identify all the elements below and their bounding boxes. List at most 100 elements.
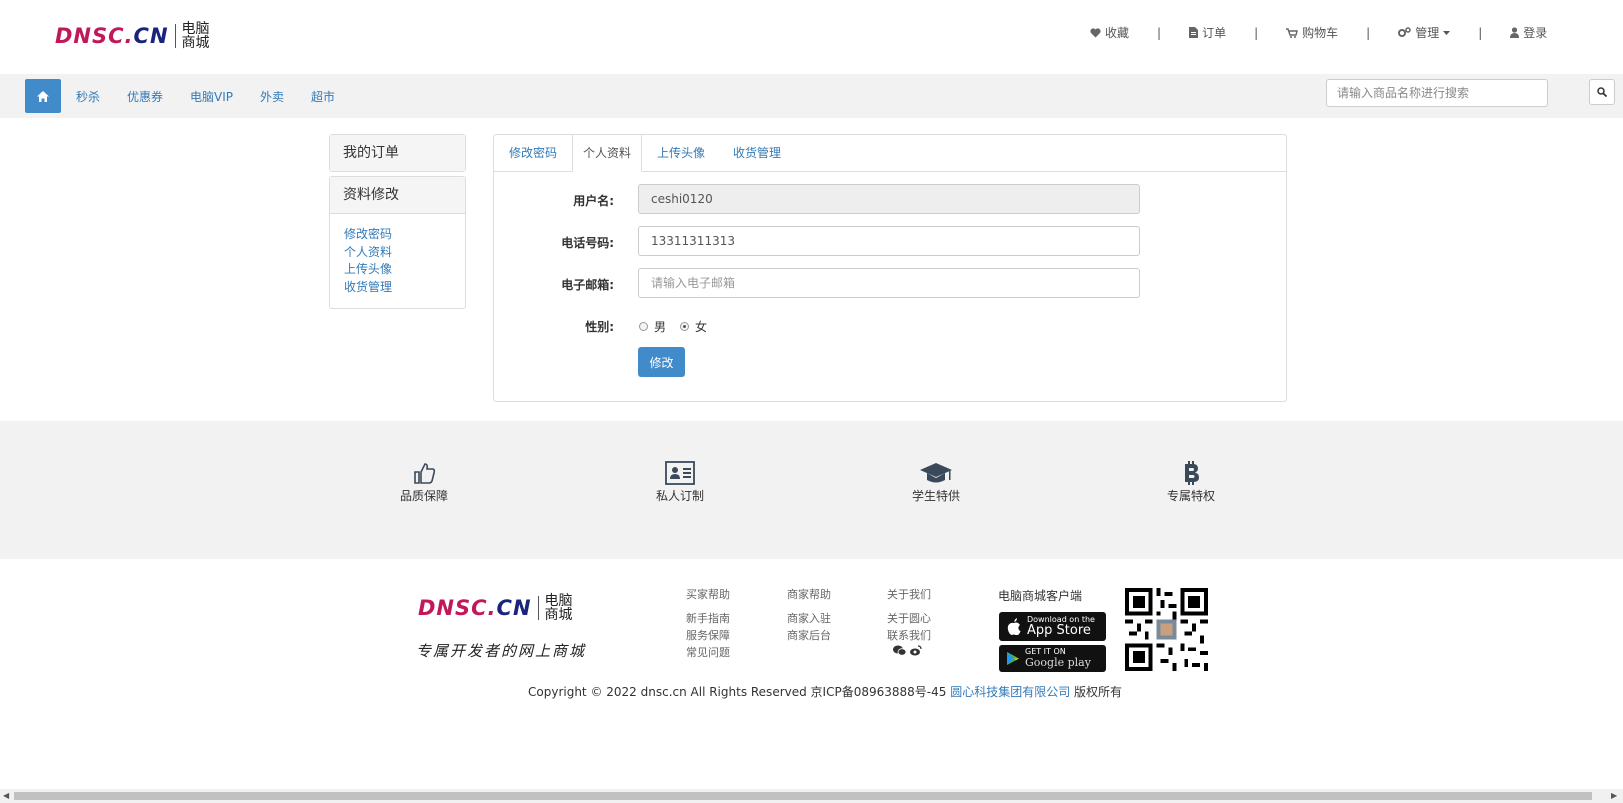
top-links: 收藏 | 订单 | 购物车 | 管理 | 登录 (1090, 24, 1547, 41)
search-input[interactable] (1326, 79, 1548, 107)
wechat-icon[interactable] (893, 645, 906, 656)
profile-edit-heading[interactable]: 资料修改 (330, 177, 465, 213)
scroll-right-arrow-icon[interactable]: ▶ (1611, 791, 1617, 800)
nav-item-seckill[interactable]: 秒杀 (76, 88, 100, 105)
id-card-icon (665, 461, 695, 485)
footer-logo-chinese: 电脑 商城 (544, 593, 573, 623)
username-field[interactable] (638, 184, 1140, 214)
weibo-icon[interactable] (910, 645, 922, 656)
logo-divider (174, 24, 176, 48)
home-icon (37, 90, 49, 102)
search-button[interactable] (1589, 79, 1615, 105)
app-store-text: Download on the App Store (1027, 615, 1095, 638)
footer-link[interactable]: 服务保障 (686, 627, 730, 644)
feature-custom-label: 私人订制 (655, 489, 704, 503)
gears-icon (1398, 27, 1411, 37)
email-label: 电子邮箱: (561, 278, 614, 292)
feature-quality-label: 品质保障 (399, 489, 448, 503)
submit-button[interactable]: 修改 (638, 347, 685, 377)
footer-link[interactable]: 关于圆心 (887, 610, 931, 627)
email-field[interactable] (638, 268, 1140, 298)
cart-icon (1286, 27, 1299, 38)
footer-link[interactable]: 联系我们 (887, 627, 931, 644)
footer-logo-wordmark: DNSC.CN (418, 596, 532, 620)
favorites-label: 收藏 (1105, 26, 1130, 40)
sidebar-item-personal-info[interactable]: 个人资料 (344, 244, 451, 262)
my-orders-heading[interactable]: 我的订单 (330, 135, 465, 171)
profile-form-panel: 修改密码 个人资料 上传头像 收货管理 用户名: 电话号码: 电子邮箱: 性别:… (493, 134, 1287, 402)
feature-student-label: 学生特供 (911, 489, 960, 503)
footer-col-buyer-help: 买家帮助 新手指南 服务保障 常见问题 (686, 586, 730, 661)
features-band: 品质保障 私人订制 学生特供 专属特权 (0, 421, 1623, 559)
google-play-badge[interactable]: GET IT ON Google play (999, 645, 1106, 672)
nav-item-supermarket[interactable]: 超市 (311, 88, 335, 105)
user-icon (1510, 27, 1520, 38)
main-navbar: 秒杀 优惠券 电脑VIP 外卖 超市 (0, 74, 1623, 118)
app-store-badge[interactable]: Download on the App Store (999, 612, 1106, 641)
logo-wordmark: DNSC.CN (55, 24, 169, 48)
scroll-left-arrow-icon[interactable]: ◀ (3, 791, 9, 800)
qr-code-image (1125, 588, 1208, 671)
feature-privilege-label: 专属特权 (1166, 489, 1215, 503)
my-orders-panel[interactable]: 我的订单 (329, 134, 466, 172)
phone-field[interactable] (638, 226, 1140, 256)
sidebar-item-change-password[interactable]: 修改密码 (344, 226, 451, 244)
tab-change-password[interactable]: 修改密码 (494, 135, 572, 171)
site-logo[interactable]: DNSC.CN 电脑 商城 (55, 20, 210, 52)
tab-personal-info[interactable]: 个人资料 (572, 135, 642, 172)
horizontal-scrollbar[interactable]: ◀ ▶ (0, 789, 1623, 803)
radio-female-indicator (680, 322, 689, 331)
login-label: 登录 (1523, 26, 1548, 40)
sidebar-item-upload-avatar[interactable]: 上传头像 (344, 261, 451, 279)
apple-icon (1007, 618, 1021, 635)
manage-dropdown[interactable]: 管理 (1398, 24, 1451, 41)
divider: | (1254, 25, 1259, 40)
footer-link[interactable]: 常见问题 (686, 644, 730, 661)
footer-col-heading: 商家帮助 (787, 588, 831, 601)
footer-link[interactable]: 商家后台 (787, 627, 831, 644)
radio-male-indicator (639, 322, 648, 331)
footer-col-heading: 买家帮助 (686, 588, 730, 601)
gender-female-radio[interactable]: 女 (680, 318, 707, 335)
orders-link[interactable]: 订单 (1189, 24, 1226, 41)
tab-upload-avatar[interactable]: 上传头像 (642, 135, 720, 171)
favorites-link[interactable]: 收藏 (1090, 24, 1129, 41)
search-icon (1597, 87, 1607, 97)
nav-item-takeout[interactable]: 外卖 (260, 88, 284, 105)
footer-link[interactable]: 商家入驻 (787, 610, 831, 627)
nav-item-vip[interactable]: 电脑VIP (190, 88, 233, 105)
cart-label: 购物车 (1302, 26, 1339, 40)
footer-slogan: 专属开发者的网上商城 (416, 642, 587, 660)
graduation-cap-icon (920, 463, 952, 483)
bitcoin-icon (1185, 461, 1199, 485)
feature-student: 学生特供 (886, 461, 986, 504)
divider: | (1366, 25, 1371, 40)
gender-male-radio[interactable]: 男 (639, 318, 666, 335)
footer-logo: DNSC.CN 电脑 商城 (418, 594, 573, 622)
username-label: 用户名: (573, 194, 614, 208)
copyright-suffix: 版权所有 (1070, 685, 1123, 699)
google-play-text: GET IT ON Google play (1025, 647, 1091, 669)
footer-link[interactable]: 新手指南 (686, 610, 730, 627)
nav-item-coupons[interactable]: 优惠券 (127, 88, 163, 105)
profile-edit-links: 修改密码 个人资料 上传头像 收货管理 (330, 213, 465, 308)
copyright-line: Copyright © 2022 dnsc.cn All Rights Rese… (528, 683, 1122, 700)
phone-label: 电话号码: (561, 236, 614, 250)
footer-col-about: 关于我们 关于圆心 联系我们 (887, 586, 931, 656)
footer-col-merchant-help: 商家帮助 商家入驻 商家后台 (787, 586, 831, 644)
feature-privilege: 专属特权 (1141, 461, 1241, 504)
footer-logo-divider (537, 596, 539, 620)
company-link[interactable]: 圆心科技集团有限公司 (950, 685, 1070, 699)
thumbs-up-icon (414, 463, 436, 484)
cart-link[interactable]: 购物车 (1286, 24, 1338, 41)
sidebar-item-address-manage[interactable]: 收货管理 (344, 279, 451, 297)
copyright-text: Copyright © 2022 dnsc.cn All Rights Rese… (528, 685, 951, 699)
feature-custom: 私人订制 (630, 461, 730, 504)
home-button[interactable] (25, 79, 61, 113)
divider: | (1478, 25, 1483, 40)
scrollbar-thumb[interactable] (14, 792, 1592, 800)
nav-links: 秒杀 优惠券 电脑VIP 外卖 超市 (76, 88, 335, 105)
login-link[interactable]: 登录 (1510, 24, 1547, 41)
gender-label: 性别: (585, 320, 614, 334)
tab-address-manage[interactable]: 收货管理 (720, 135, 794, 171)
